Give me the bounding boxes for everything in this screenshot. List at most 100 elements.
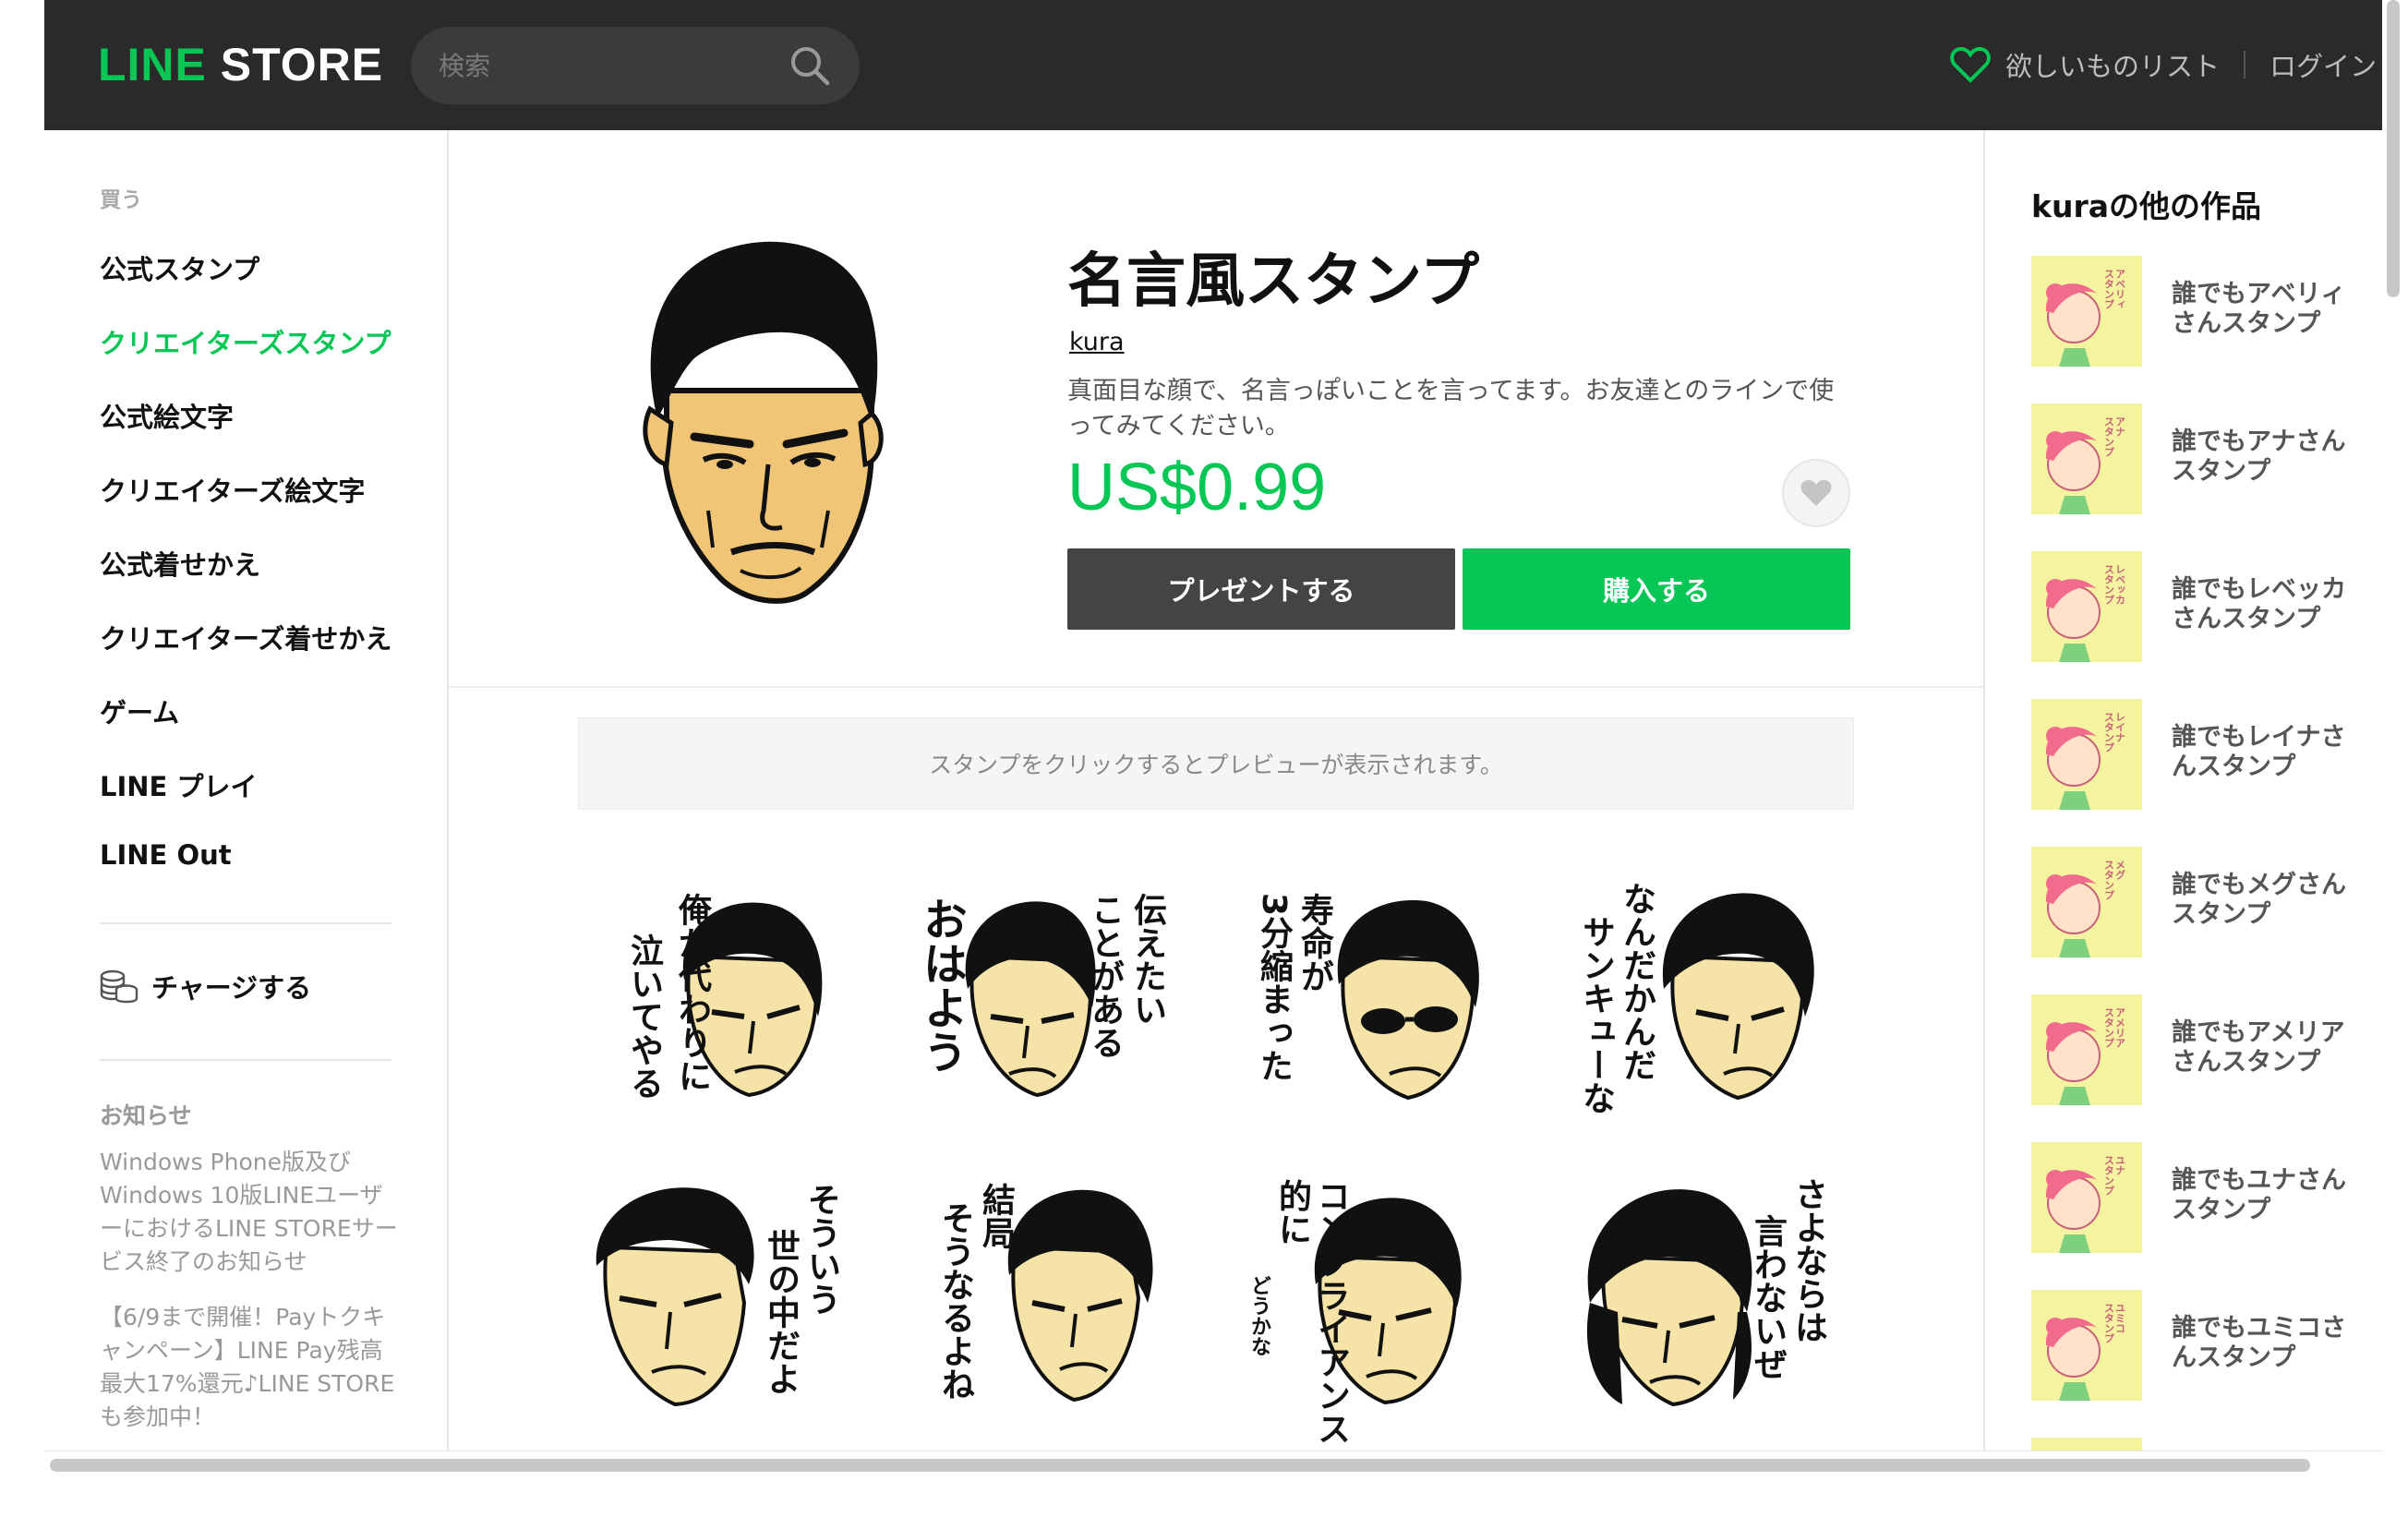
sticker-thumbnail: レベッカ スタンプ [2031, 551, 2142, 662]
sticker-main-image [643, 241, 884, 604]
sidebar-divider [100, 1059, 391, 1061]
svg-text:スタンプ: スタンプ [2103, 860, 2115, 900]
favorite-button[interactable] [1782, 459, 1850, 527]
other-work-name: 誰でもメグさんスタンプ [2172, 871, 2346, 929]
sticker-caption: コンプライアンス的に [1273, 1179, 1350, 1445]
other-work-name: 誰でもレベッカさんスタンプ [2172, 575, 2346, 633]
search-icon[interactable] [788, 43, 832, 88]
wishlist-link[interactable]: 欲しいものリスト [2005, 45, 2220, 84]
heart-icon[interactable] [1950, 46, 1991, 83]
product-main: 名言風スタンプ kura 真面目な顔で、名言っぽいことを言ってます。お友達とのラ… [449, 130, 1983, 1451]
sticker-caption: そういう [802, 1183, 840, 1316]
svg-text:スタンプ: スタンプ [2103, 416, 2115, 457]
sticker-item[interactable]: さよならは 言わないぜ [1576, 1174, 1853, 1451]
sticker-caption: 言わないぜ [1749, 1214, 1787, 1380]
svg-text:ユミコ: ユミコ [2114, 1303, 2126, 1333]
header-actions: 欲しいものリスト ログイン [1950, 41, 2377, 89]
svg-text:レベッカ: レベッカ [2114, 564, 2126, 605]
other-work-name: 誰でもアメリアさんスタンプ [2172, 1018, 2345, 1077]
sticker-caption: さよならは [1789, 1177, 1827, 1343]
sidebar-item-line-out[interactable]: LINE Out [100, 839, 232, 871]
sidebar-item-official-emoji[interactable]: 公式絵文字 [100, 396, 234, 435]
sidebar-heading: 買う [100, 188, 142, 212]
other-works-panel: kuraの他の作品 アベリィ スタンプ 誰でもアベリィさんスタンプ アナ スタン… [1983, 130, 2382, 1451]
sticker-thumbnail: アナ スタンプ [2031, 403, 2142, 514]
sidebar-item-official-stickers[interactable]: 公式スタンプ [100, 248, 259, 287]
other-work-name: 誰でもユナさんスタンプ [2172, 1166, 2346, 1224]
sticker-caption: 泣いてやる [625, 933, 663, 1100]
header-divider [2243, 51, 2245, 78]
other-work-item[interactable]: メグ スタンプ 誰でもメグさんスタンプ [2031, 847, 2373, 957]
horizontal-scrollbar-thumb[interactable] [50, 1459, 2310, 1472]
news-item[interactable]: Windows Phone版及びWindows 10版LINEユーザーにおけるL… [100, 1146, 404, 1279]
logo-store-text: STORE [206, 39, 384, 90]
sticker-item[interactable]: そういう 世の中だよ [587, 1174, 864, 1451]
sticker-caption: 3分縮まった [1255, 893, 1293, 1083]
sticker-caption: 伝えたい [1128, 893, 1166, 1026]
sticker-thumbnail: レイナ スタンプ [2031, 699, 2142, 810]
sticker-item[interactable]: コンプライアンス的に どうかな [1246, 1174, 1523, 1451]
product-price: US$0.99 [1067, 451, 1327, 524]
horizontal-scrollbar[interactable] [44, 1451, 2382, 1476]
other-work-item[interactable] [2031, 1438, 2373, 1451]
svg-text:メグ: メグ [2114, 860, 2126, 880]
left-sidebar: 買う 公式スタンプ クリエイターズスタンプ 公式絵文字 クリエイターズ絵文字 公… [44, 130, 449, 1451]
section-divider [449, 686, 1983, 688]
news-item[interactable]: 【6/9まで開催！Payトクキャンペーン】LINE Pay残高最大17%還元♪L… [100, 1301, 404, 1434]
search-input[interactable] [439, 27, 771, 104]
svg-text:アメリア: アメリア [2114, 1007, 2126, 1048]
sticker-thumbnail: アメリア スタンプ [2031, 994, 2142, 1105]
logo-line-text: LINE [98, 39, 207, 90]
other-work-item[interactable]: レベッカ スタンプ 誰でもレベッカさんスタンプ [2031, 551, 2373, 662]
sticker-item[interactable]: なんだかんだ サンキューな [1576, 869, 1853, 1146]
sticker-caption: おはよう [915, 897, 967, 1074]
sidebar-item-creators-emoji[interactable]: クリエイターズ絵文字 [100, 470, 365, 509]
svg-text:アナ: アナ [2114, 416, 2126, 437]
sticker-caption: 寿命が [1295, 893, 1333, 993]
sticker-thumbnail [2031, 1438, 2142, 1451]
svg-text:スタンプ: スタンプ [2103, 564, 2115, 605]
sidebar-item-creators-themes[interactable]: クリエイターズ着せかえ [100, 618, 391, 656]
svg-text:スタンプ: スタンプ [2103, 269, 2115, 309]
line-store-logo[interactable]: LINE STORE [98, 35, 383, 94]
sticker-caption: なんだかんだ [1618, 882, 1656, 1081]
sticker-thumbnail: アベリィ スタンプ [2031, 256, 2142, 367]
buy-button[interactable]: 購入する [1463, 548, 1850, 630]
sidebar-item-line-play[interactable]: LINE プレイ [100, 765, 257, 804]
sticker-item[interactable]: 寿命が 3分縮まった [1246, 869, 1523, 1146]
charge-label: チャージする [151, 972, 312, 1004]
login-link[interactable]: ログイン [2270, 45, 2377, 84]
other-work-item[interactable]: ユナ スタンプ 誰でもユナさんスタンプ [2031, 1142, 2373, 1253]
vertical-scrollbar-thumb[interactable] [2387, 0, 2400, 297]
sidebar-item-official-themes[interactable]: 公式着せかえ [100, 544, 260, 583]
product-title: 名言風スタンプ [1067, 247, 1480, 316]
charge-link[interactable]: チャージする [100, 967, 311, 1005]
other-work-item[interactable]: アナ スタンプ 誰でもアナさんスタンプ [2031, 403, 2373, 514]
svg-text:アベリィ: アベリィ [2114, 269, 2126, 309]
gift-button[interactable]: プレゼントする [1067, 548, 1455, 630]
svg-text:ユナ: ユナ [2114, 1155, 2126, 1175]
sticker-item[interactable]: 結局 そうなるよね [917, 1174, 1194, 1451]
sidebar-item-games[interactable]: ゲーム [100, 692, 179, 730]
sidebar-divider [100, 922, 391, 924]
heart-icon [1800, 480, 1832, 506]
coins-icon [100, 969, 138, 1004]
vertical-scrollbar[interactable] [2382, 0, 2408, 1529]
svg-text:スタンプ: スタンプ [2103, 1303, 2115, 1343]
sticker-caption: 世の中だよ [762, 1229, 800, 1395]
sticker-item[interactable]: 俺が代わりに 泣いてやる [587, 869, 864, 1146]
search-box[interactable] [411, 27, 860, 104]
sticker-grid: 俺が代わりに 泣いてやる 伝えたい ことがある おはよう 寿命が 3分縮まった … [587, 869, 1861, 1460]
sticker-caption: 俺が代わりに [673, 893, 711, 1092]
other-work-item[interactable]: レイナ スタンプ 誰でもレイナさんスタンプ [2031, 699, 2373, 810]
preview-note: スタンプをクリックするとプレビューが表示されます。 [578, 717, 1854, 810]
other-work-item[interactable]: アベリィ スタンプ 誰でもアベリィさんスタンプ [2031, 256, 2373, 367]
author-link[interactable]: kura [1069, 328, 1125, 356]
sticker-caption: 結局 [977, 1183, 1015, 1249]
sticker-item[interactable]: 伝えたい ことがある おはよう [915, 869, 1194, 1146]
other-work-item[interactable]: アメリア スタンプ 誰でもアメリアさんスタンプ [2031, 994, 2373, 1105]
svg-text:スタンプ: スタンプ [2103, 712, 2115, 752]
other-work-item[interactable]: ユミコ スタンプ 誰でもユミコさんスタンプ [2031, 1290, 2373, 1401]
sticker-thumbnail: メグ スタンプ [2031, 847, 2142, 957]
sidebar-item-creators-stickers[interactable]: クリエイターズスタンプ [100, 322, 391, 361]
